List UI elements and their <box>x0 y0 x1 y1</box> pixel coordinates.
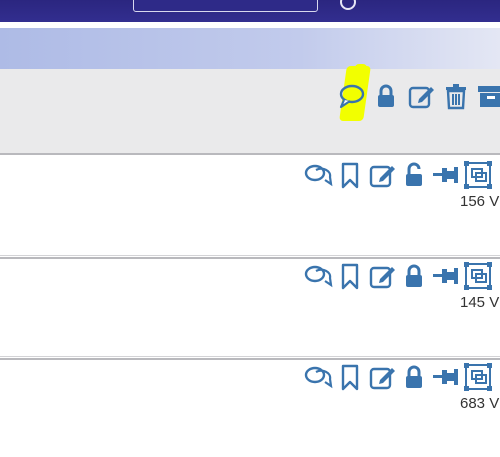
lock-icon[interactable] <box>400 262 428 290</box>
delete-icon[interactable] <box>496 262 500 290</box>
views-count: 683 V <box>460 395 500 412</box>
edit-icon[interactable] <box>368 363 396 391</box>
post-divider <box>0 153 500 155</box>
lock-icon[interactable] <box>400 363 428 391</box>
pin-icon[interactable] <box>432 363 460 391</box>
highlight-mark <box>355 64 367 84</box>
search-input[interactable] <box>133 0 318 12</box>
post-actions <box>304 161 500 189</box>
bookmark-icon[interactable] <box>336 363 364 391</box>
reply-icon[interactable] <box>304 262 333 290</box>
edit-icon[interactable] <box>407 82 435 110</box>
unlock-icon[interactable] <box>400 161 428 189</box>
resize-icon[interactable] <box>464 262 492 290</box>
post-actions <box>304 262 500 290</box>
user-icon[interactable] <box>340 0 356 10</box>
pin-icon[interactable] <box>432 161 460 189</box>
post-divider <box>0 255 500 256</box>
archive-icon[interactable] <box>477 82 500 110</box>
views-count: 156 V <box>460 193 500 210</box>
delete-icon[interactable] <box>496 161 500 189</box>
bookmark-icon[interactable] <box>336 262 364 290</box>
reply-icon[interactable] <box>304 363 333 391</box>
views-count: 145 V <box>460 294 500 311</box>
post-divider <box>0 257 500 259</box>
pin-icon[interactable] <box>432 262 460 290</box>
thread-actions <box>337 82 500 110</box>
top-navbar <box>0 0 500 22</box>
edit-icon[interactable] <box>368 161 396 189</box>
post-divider <box>0 356 500 357</box>
delete-icon[interactable] <box>442 82 470 110</box>
post-actions <box>304 363 500 391</box>
post-divider <box>0 358 500 360</box>
resize-icon[interactable] <box>464 161 492 189</box>
reply-icon[interactable] <box>337 82 365 110</box>
bookmark-icon[interactable] <box>336 161 364 189</box>
lock-icon[interactable] <box>372 82 400 110</box>
delete-icon[interactable] <box>496 363 500 391</box>
reply-icon[interactable] <box>304 161 333 189</box>
resize-icon[interactable] <box>464 363 492 391</box>
page-banner <box>0 28 500 69</box>
edit-icon[interactable] <box>368 262 396 290</box>
